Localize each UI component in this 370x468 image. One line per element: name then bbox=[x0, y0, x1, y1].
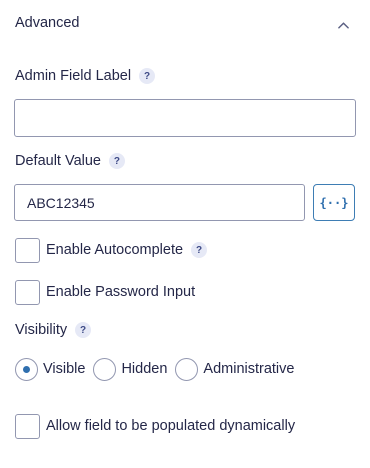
visibility-label: Visibility bbox=[15, 322, 68, 338]
radio-button-administrative[interactable] bbox=[175, 357, 199, 381]
dynamic-population-checkbox[interactable] bbox=[15, 413, 40, 439]
enable-password-input-row: Enable Password Input bbox=[15, 279, 195, 305]
visibility-label-row: Visibility ? bbox=[15, 320, 92, 340]
enable-password-input-checkbox[interactable] bbox=[15, 279, 40, 305]
enable-autocomplete-checkbox[interactable] bbox=[15, 237, 40, 263]
radio-label-administrative[interactable]: Administrative bbox=[203, 361, 294, 377]
admin-field-label-row: Admin Field Label ? bbox=[15, 66, 156, 86]
dynamic-population-row: Allow field to be populated dynamically bbox=[15, 413, 295, 439]
radio-label-visible[interactable]: Visible bbox=[43, 361, 85, 377]
advanced-section-header[interactable]: Advanced bbox=[15, 14, 355, 34]
admin-field-label-input[interactable] bbox=[14, 99, 356, 137]
merge-tag-button[interactable]: {··} bbox=[313, 184, 355, 221]
help-icon[interactable]: ? bbox=[75, 322, 92, 338]
enable-autocomplete-label[interactable]: Enable Autocomplete bbox=[46, 242, 183, 258]
admin-field-label: Admin Field Label bbox=[15, 68, 132, 84]
visibility-option-hidden[interactable]: Hidden bbox=[93, 357, 167, 381]
default-value-label: Default Value bbox=[15, 153, 101, 169]
default-value-input[interactable] bbox=[14, 184, 305, 221]
visibility-option-administrative[interactable]: Administrative bbox=[175, 357, 294, 381]
merge-tag-icon: {··} bbox=[319, 195, 349, 210]
radio-button-hidden[interactable] bbox=[93, 357, 117, 381]
help-icon[interactable]: ? bbox=[108, 153, 125, 169]
visibility-radio-group: Visible Hidden Administrative bbox=[15, 357, 299, 381]
help-icon[interactable]: ? bbox=[191, 242, 208, 258]
radio-label-hidden[interactable]: Hidden bbox=[121, 361, 167, 377]
help-icon[interactable]: ? bbox=[139, 68, 156, 84]
default-value-label-row: Default Value ? bbox=[15, 151, 125, 171]
visibility-option-visible[interactable]: Visible bbox=[15, 357, 85, 381]
dynamic-population-label[interactable]: Allow field to be populated dynamically bbox=[46, 418, 295, 434]
section-title: Advanced bbox=[15, 15, 80, 31]
radio-button-visible[interactable] bbox=[15, 357, 38, 381]
enable-autocomplete-row: Enable Autocomplete ? bbox=[15, 237, 208, 263]
enable-password-input-label[interactable]: Enable Password Input bbox=[46, 284, 195, 300]
chevron-up-icon[interactable] bbox=[338, 20, 349, 31]
